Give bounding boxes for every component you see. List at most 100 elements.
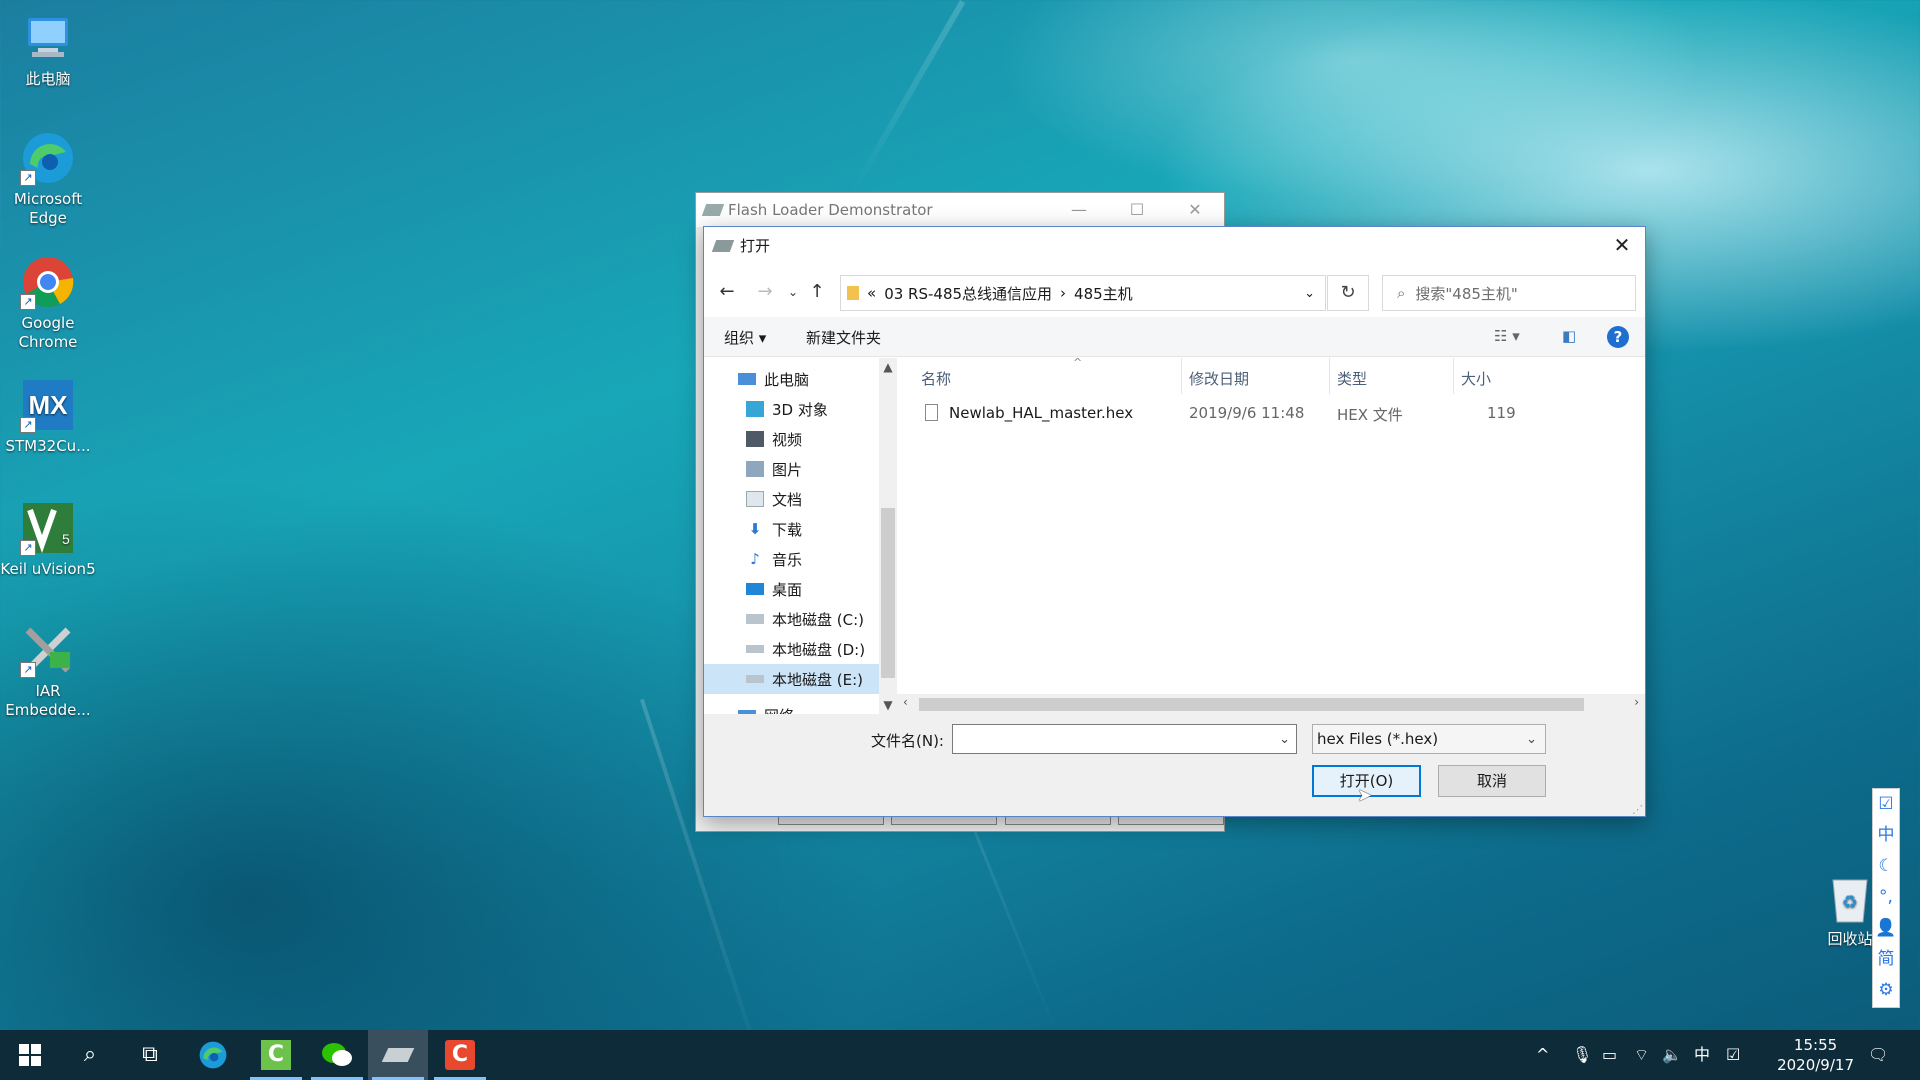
column-header-type[interactable]: 类型 bbox=[1337, 368, 1367, 389]
scroll-left-arrow-icon[interactable]: ‹ bbox=[903, 695, 908, 709]
filename-input[interactable]: ⌄ bbox=[952, 724, 1297, 754]
filename-dropdown-chevron-icon[interactable]: ⌄ bbox=[1279, 732, 1290, 747]
minimize-button[interactable]: — bbox=[1050, 193, 1108, 227]
resize-grip-icon[interactable]: ⋰ bbox=[1632, 803, 1643, 816]
flash-loader-titlebar[interactable]: Flash Loader Demonstrator — ☐ ✕ bbox=[696, 193, 1224, 227]
address-dropdown-chevron-icon[interactable]: ⌄ bbox=[1304, 286, 1315, 301]
address-bar[interactable]: « 03 RS-485总线通信应用 › 485主机 ⌄ bbox=[840, 275, 1326, 311]
desktop-icon-label: Microsoft Edge bbox=[13, 190, 83, 227]
tree-item-music[interactable]: ♪ 音乐 bbox=[704, 544, 879, 574]
refresh-button[interactable]: ↻ bbox=[1327, 275, 1369, 311]
ime-simplified-button[interactable]: 简 bbox=[1873, 944, 1899, 975]
search-box[interactable]: ⌕ 搜索"485主机" bbox=[1382, 275, 1636, 311]
app-red-icon[interactable]: C bbox=[430, 1030, 490, 1080]
organize-menu[interactable]: 组织 ▾ bbox=[724, 327, 766, 348]
tree-item-label: 音乐 bbox=[772, 550, 803, 569]
filter-dropdown-chevron-icon[interactable]: ⌄ bbox=[1526, 732, 1537, 747]
tree-item-downloads[interactable]: ⬇ 下载 bbox=[704, 514, 879, 544]
file-type-filter-select[interactable]: hex Files (*.hex) ⌄ bbox=[1312, 724, 1546, 754]
app-green-icon[interactable]: C bbox=[246, 1030, 306, 1080]
tree-item-this-pc[interactable]: 此电脑 bbox=[704, 364, 879, 394]
ime-lang-button[interactable]: 中 bbox=[1873, 820, 1899, 851]
tree-item-3d-objects[interactable]: 3D 对象 bbox=[704, 394, 879, 424]
scroll-down-arrow-icon[interactable]: ▼ bbox=[879, 698, 897, 712]
navigation-pane-scrollbar[interactable]: ▲ ▼ bbox=[879, 358, 897, 714]
system-clock[interactable]: 15:55 2020/9/17 bbox=[1777, 1035, 1854, 1075]
volume-icon[interactable]: 🔈 bbox=[1662, 1030, 1682, 1080]
task-view-icon[interactable]: ⧉ bbox=[120, 1030, 180, 1080]
desktop-icon-stm32[interactable]: MX ↗ STM32Cu... bbox=[0, 377, 96, 456]
ime-moon-icon[interactable]: ☾ bbox=[1873, 851, 1899, 882]
desktop-icon-edge[interactable]: ↗ Microsoft Edge bbox=[0, 130, 96, 228]
forward-arrow-icon[interactable]: → bbox=[752, 279, 778, 305]
help-icon[interactable]: ? bbox=[1607, 326, 1629, 348]
file-type: HEX 文件 bbox=[1337, 406, 1403, 424]
desktop-icon-label: IAR Embedde... bbox=[5, 682, 91, 719]
scroll-right-arrow-icon[interactable]: › bbox=[1634, 695, 1639, 709]
ime-settings-icon[interactable]: ⚙ bbox=[1873, 975, 1899, 1006]
search-icon: ⌕ bbox=[1397, 284, 1406, 302]
breadcrumb-item[interactable]: 03 RS-485总线通信应用 bbox=[884, 283, 1052, 304]
start-icon[interactable] bbox=[0, 1030, 60, 1080]
wifi-icon[interactable]: ⌔ bbox=[1634, 1030, 1649, 1080]
tree-item-drive-c[interactable]: 本地磁盘 (C:) bbox=[704, 604, 879, 634]
battery-icon[interactable]: ▭ bbox=[1602, 1030, 1617, 1080]
dialog-titlebar[interactable]: 打开 bbox=[704, 227, 1645, 264]
preview-pane-icon[interactable]: ◧ bbox=[1562, 327, 1576, 345]
dialog-app-icon bbox=[711, 239, 735, 252]
command-bar: 组织 ▾ 新建文件夹 ☷ ▾ ◧ ? bbox=[704, 317, 1645, 357]
ime-language-indicator[interactable]: 中 bbox=[1694, 1030, 1710, 1080]
file-list-horizontal-scrollbar[interactable]: ‹ › bbox=[897, 694, 1645, 714]
close-button[interactable]: ✕ bbox=[1166, 193, 1224, 227]
tree-item-videos[interactable]: 视频 bbox=[704, 424, 879, 454]
tree-item-pictures[interactable]: 图片 bbox=[704, 454, 879, 484]
desktop-icon-chrome[interactable]: ↗ Google Chrome bbox=[0, 254, 96, 352]
ime-mode-icon[interactable]: ☑ bbox=[1873, 789, 1899, 820]
tree-item-drive-e[interactable]: 本地磁盘 (E:) bbox=[704, 664, 879, 694]
view-options-icon[interactable]: ☷ ▾ bbox=[1494, 327, 1520, 345]
file-type-filter-value: hex Files (*.hex) bbox=[1317, 730, 1439, 748]
wechat-icon[interactable] bbox=[307, 1030, 367, 1080]
breadcrumb-overflow[interactable]: « bbox=[867, 284, 876, 302]
ime-user-icon[interactable]: 👤 bbox=[1873, 913, 1899, 944]
column-header-size[interactable]: 大小 bbox=[1461, 368, 1491, 389]
column-header-name[interactable]: 名称 bbox=[921, 368, 951, 389]
tree-item-label: 网络 bbox=[764, 705, 794, 715]
recent-locations-chevron-icon[interactable]: ⌄ bbox=[780, 279, 806, 305]
tree-item-documents[interactable]: 文档 bbox=[704, 484, 879, 514]
ime-punct-button[interactable]: °, bbox=[1873, 882, 1899, 913]
breadcrumb-item[interactable]: 485主机 bbox=[1074, 283, 1133, 304]
dialog-footer: 文件名(N): ⌄ hex Files (*.hex) ⌄ 打开(O) 取消 ➤… bbox=[704, 714, 1645, 816]
microphone-icon[interactable]: 🎙 bbox=[1572, 1030, 1592, 1080]
stm32cubemx-icon: MX ↗ bbox=[20, 377, 76, 433]
flash-loader-icon[interactable] bbox=[368, 1030, 428, 1080]
cancel-button[interactable]: 取消 bbox=[1438, 765, 1546, 797]
search-icon[interactable]: ⌕ bbox=[60, 1030, 120, 1080]
iar-icon: ↗ bbox=[20, 622, 76, 678]
column-header-date[interactable]: 修改日期 bbox=[1189, 368, 1249, 389]
notification-center-icon[interactable]: 🗨 bbox=[1868, 1030, 1888, 1080]
desktop-icon-this-pc[interactable]: 此电脑 bbox=[0, 10, 96, 89]
tree-item-desktop[interactable]: 桌面 bbox=[704, 574, 879, 604]
open-file-dialog: 打开 ✕ ← → ⌄ ↑ « 03 RS-485总线通信应用 › 485主机 ⌄… bbox=[703, 226, 1646, 817]
new-folder-button[interactable]: 新建文件夹 bbox=[806, 327, 881, 348]
breadcrumb-separator-icon[interactable]: › bbox=[1060, 284, 1066, 302]
maximize-button[interactable]: ☐ bbox=[1108, 193, 1166, 227]
dialog-close-button[interactable]: ✕ bbox=[1599, 227, 1645, 264]
tray-overflow-chevron-icon[interactable]: ^ bbox=[1536, 1030, 1549, 1080]
scroll-up-arrow-icon[interactable]: ▲ bbox=[879, 360, 897, 374]
checkbox-tray-icon[interactable]: ☑ bbox=[1726, 1030, 1740, 1080]
edge-icon[interactable] bbox=[183, 1030, 243, 1080]
file-name: Newlab_HAL_master.hex bbox=[949, 404, 1134, 422]
up-arrow-icon[interactable]: ↑ bbox=[804, 279, 830, 305]
tree-item-drive-d[interactable]: 本地磁盘 (D:) bbox=[704, 634, 879, 664]
navigation-pane: 此电脑 3D 对象 视频 图片 文档 ⬇ 下载 ♪ 音乐 桌面 本地磁盘 (C:… bbox=[704, 358, 879, 714]
scrollbar-thumb[interactable] bbox=[881, 508, 895, 678]
back-arrow-icon[interactable]: ← bbox=[714, 279, 740, 305]
clock-time: 15:55 bbox=[1793, 1036, 1838, 1054]
tree-item-network[interactable]: 网络 bbox=[704, 700, 879, 714]
desktop-icon-keil[interactable]: 5 ↗ Keil uVision5 bbox=[0, 500, 96, 579]
scrollbar-thumb[interactable] bbox=[919, 698, 1584, 711]
desktop-icon-iar[interactable]: ↗ IAR Embedde... bbox=[0, 622, 96, 720]
file-row[interactable]: Newlab_HAL_master.hex 2019/9/6 11:48 HEX… bbox=[909, 398, 1645, 428]
